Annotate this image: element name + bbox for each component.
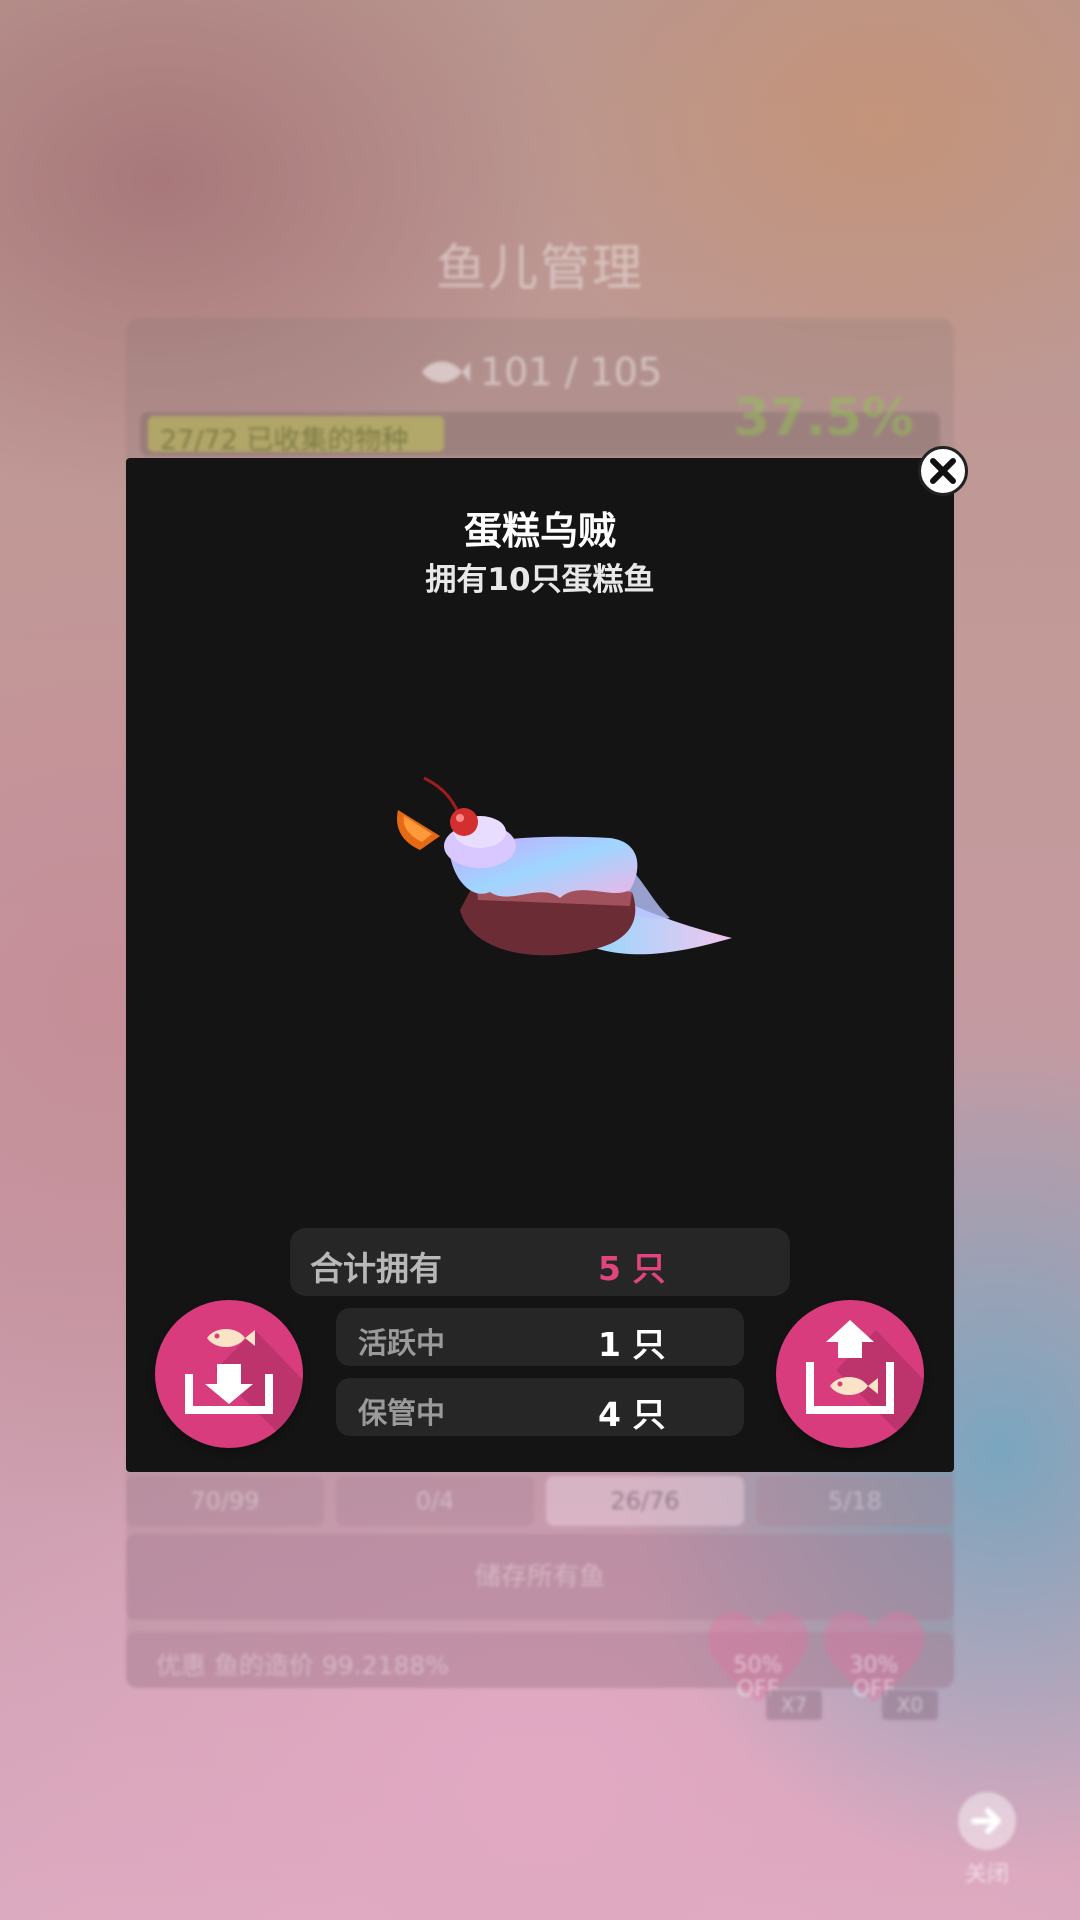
active-label: 活跃中 — [358, 1326, 446, 1360]
fish-requirement: 拥有10只蛋糕鱼 — [425, 562, 655, 598]
coupon-label: 30% — [849, 1653, 899, 1678]
release-fish-icon — [806, 1320, 924, 1448]
active-value: 1 只 — [598, 1325, 666, 1364]
fish-name: 蛋糕乌贼 — [463, 509, 616, 553]
page-title: 鱼儿管理 — [436, 239, 644, 297]
tab-3[interactable]: 26/76 — [546, 1476, 744, 1526]
fish-count-text: 101 / 105 — [479, 350, 663, 394]
store-fish-button[interactable] — [155, 1300, 303, 1448]
release-fish-button[interactable] — [776, 1300, 924, 1448]
store-fish-icon — [185, 1329, 303, 1448]
tab-1[interactable]: 70/99 — [126, 1476, 324, 1526]
store-all-button[interactable]: 储存所有鱼 — [126, 1534, 954, 1620]
stored-value: 4 只 — [598, 1395, 666, 1434]
discount-text: 优惠 鱼的造价 99.2188% — [156, 1651, 450, 1680]
modal-close-button[interactable] — [918, 446, 968, 496]
active-row: 活跃中 1 只 — [336, 1308, 744, 1366]
tab-4[interactable]: 5/18 — [756, 1476, 954, 1526]
side-close-label: 关闭 — [964, 1862, 1009, 1887]
coupon-multiplier-2: X0 — [882, 1690, 938, 1720]
species-progress-text: 27/72 已收集的物种 — [160, 425, 409, 456]
tab-2[interactable]: 0/4 — [336, 1476, 534, 1526]
fish-count: 101 / 105 — [0, 350, 1080, 397]
cake-squid-illustration — [396, 776, 732, 956]
total-owned-value: 5 只 — [598, 1249, 666, 1288]
side-close-button[interactable] — [958, 1792, 1016, 1850]
stored-row: 保管中 4 只 — [336, 1378, 744, 1436]
close-icon — [930, 458, 956, 484]
fish-icon — [418, 353, 470, 397]
total-owned-row: 合计拥有 5 只 — [290, 1228, 790, 1296]
species-percent: 37.5% — [733, 388, 914, 448]
arrow-right-icon — [971, 1808, 1001, 1834]
coupon-label: 50% — [733, 1653, 783, 1678]
total-owned-label: 合计拥有 — [310, 1249, 442, 1288]
stored-label: 保管中 — [358, 1396, 446, 1430]
coupon-multiplier-1: X7 — [766, 1690, 822, 1720]
